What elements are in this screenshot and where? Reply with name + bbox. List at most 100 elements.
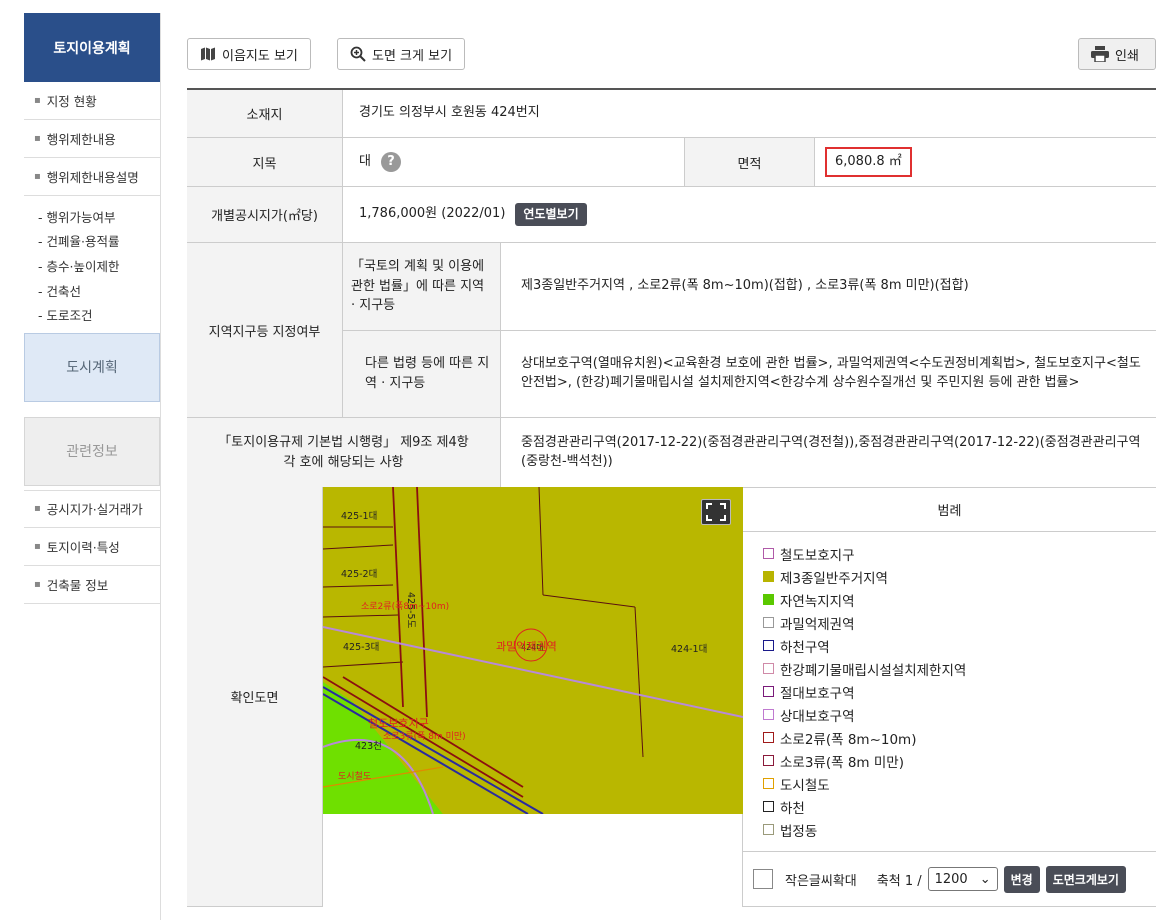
location-label: 소재지 <box>187 90 343 137</box>
sidebar-item-designation[interactable]: ▪ 지정 현황 <box>24 82 160 120</box>
sidebar-sub-item[interactable]: - 층수·높이제한 <box>38 253 160 278</box>
small-text-checkbox[interactable] <box>753 869 773 890</box>
legend-label: 하천 <box>780 800 805 817</box>
land-info-table: 소재지 경기도 의정부시 호원동 424번지 지목 대 ? 면적 6,080.8… <box>187 88 1156 488</box>
sidebar-sub-item[interactable]: - 도로조건 <box>38 302 160 327</box>
table-row: 「토지이용규제 기본법 시행령」 제9조 제4항 각 호에 해당되는 사항 중점… <box>187 418 1156 488</box>
print-button[interactable]: 인쇄 <box>1078 38 1156 70</box>
area-cell: 6,080.8 ㎡ <box>815 138 1156 186</box>
legend-item: 도시철도 <box>763 772 1136 795</box>
law2-value: 상대보호구역(열매유치원)<교육환경 보호에 관한 법률>, 과밀억제권역<수도… <box>501 330 1156 417</box>
legend-item: 절대보호구역 <box>763 680 1136 703</box>
map-icon <box>201 47 215 61</box>
parcel-label: 425-2대 <box>341 569 377 580</box>
legend-item: 하천구역 <box>763 634 1136 657</box>
table-row: 다른 법령 등에 따른 지역 · 지구등 상대보호구역(열매유치원)<교육환경 … <box>343 330 1156 417</box>
table-row: 소재지 경기도 의정부시 호원동 424번지 <box>187 90 1156 138</box>
sidebar-item-price[interactable]: ▪ 공시지가·실거래가 <box>24 489 160 528</box>
legend-swatch <box>763 617 774 629</box>
legend-swatch <box>763 755 774 767</box>
legend-item: 소로3류(폭 8m 미만) <box>763 749 1136 772</box>
law1-value: 제3종일반주거지역 , 소로2류(폭 8m~10m)(접합) , 소로3류(폭 … <box>501 243 1156 330</box>
fullscreen-icon[interactable] <box>701 499 731 525</box>
sidebar-item-building[interactable]: ▪ 건축물 정보 <box>24 566 160 604</box>
table-row: 「국토의 계획 및 이용에 관한 법률」에 따른 지역 · 지구등 제3종일반주… <box>343 243 1156 331</box>
zoom-in-icon <box>350 46 366 62</box>
map-annotation: 소로3류(폭 8m 미만) <box>383 731 466 742</box>
legend-item: 소로2류(폭 8m~10m) <box>763 726 1136 749</box>
map-section: 확인도면 425-1대 425-2대 425-3대 424-1대 425-5도 … <box>187 487 1156 907</box>
sidebar-sub-item[interactable]: - 행위가능여부 <box>38 204 160 229</box>
printer-icon <box>1091 46 1109 62</box>
sidebar-sub-item[interactable]: - 건폐율·용적률 <box>38 229 160 254</box>
sidebar-city-plan[interactable]: 도시계획 <box>24 332 160 402</box>
legend-swatch <box>763 824 774 836</box>
area-label: 면적 <box>685 138 815 186</box>
chevron-down-icon: ⌄ <box>979 871 991 887</box>
legend-swatch <box>763 801 774 813</box>
zone-label: 지역지구등 지정여부 <box>187 243 343 417</box>
table-row: 개별공시지가(㎡당) 1,786,000원 (2022/01) 연도별보기 <box>187 187 1156 243</box>
legend-item: 법정동 <box>763 818 1136 841</box>
scale-select[interactable]: 1200 ⌄ <box>927 867 998 892</box>
legend-swatch <box>763 571 774 583</box>
legend-swatch <box>763 732 774 744</box>
map-annotation: 소로2류(폭8m~10m) <box>361 601 449 612</box>
view-map-button[interactable]: 이음지도 보기 <box>187 38 311 70</box>
area-value: 6,080.8 ㎡ <box>825 146 912 178</box>
enlarge-map-button[interactable]: 도면크게보기 <box>1045 865 1126 893</box>
legend-title: 범례 <box>743 487 1156 533</box>
legend-footer: 작은글씨확대 축척 1 / 1200 ⌄ 변경 도면크게보기 <box>743 851 1156 906</box>
yearly-price-button[interactable]: 연도별보기 <box>515 202 587 227</box>
jimok-value: 대 <box>359 153 371 169</box>
small-text-label: 작은글씨확대 <box>785 873 857 889</box>
legend-list: 철도보호지구제3종일반주거지역자연녹지지역 과밀억제권역하천구역한강폐기물매립시설… <box>743 532 1156 851</box>
land-map[interactable]: 425-1대 425-2대 425-3대 424-1대 425-5도 424대 … <box>323 487 743 907</box>
map-canvas[interactable]: 425-1대 425-2대 425-3대 424-1대 425-5도 424대 … <box>323 487 743 814</box>
scale-label: 축척 1 / <box>876 873 922 889</box>
legend-swatch <box>763 640 774 652</box>
jimok-cell: 대 ? <box>343 138 685 186</box>
sidebar-item-restriction-desc[interactable]: ▪ 행위제한내용설명 <box>24 158 160 196</box>
legend-label: 제3종일반주거지역 <box>780 570 888 587</box>
legend-item: 철도보호지구 <box>763 542 1136 565</box>
legend-panel: 범례 철도보호지구제3종일반주거지역자연녹지지역 과밀억제권역하천구역한강폐기물매… <box>743 487 1156 906</box>
legend-swatch <box>763 686 774 698</box>
legend-item: 한강폐기물매립시설설치제한지역 <box>763 657 1136 680</box>
bullet-icon: ▪ <box>34 95 41 106</box>
legend-label: 법정동 <box>780 823 818 840</box>
legend-label: 하천구역 <box>780 639 830 656</box>
parcel-label: 425-1대 <box>341 511 377 522</box>
location-value: 경기도 의정부시 호원동 424번지 <box>343 90 1156 137</box>
legend-label: 한강폐기물매립시설설치제한지역 <box>780 662 967 679</box>
legend-item: 자연녹지지역 <box>763 588 1136 611</box>
legend-label: 소로3류(폭 8m 미만) <box>780 754 904 771</box>
parcel-label: 423천 <box>355 741 382 752</box>
sidebar-sub-item[interactable]: - 건축선 <box>38 278 160 303</box>
legend-label: 소로2류(폭 8m~10m) <box>780 731 917 748</box>
legend-item: 과밀억제권역 <box>763 611 1136 634</box>
jimok-label: 지목 <box>187 138 343 186</box>
map-annotation: 도시철도 <box>338 771 371 782</box>
legend-item: 상대보호구역 <box>763 703 1136 726</box>
legend-swatch <box>763 663 774 675</box>
sidebar-title[interactable]: 토지이용계획 <box>24 13 160 82</box>
legend-swatch <box>763 778 774 790</box>
zoom-map-button[interactable]: 도면 크게 보기 <box>337 38 466 70</box>
help-icon[interactable]: ? <box>380 152 401 172</box>
legend-label: 자연녹지지역 <box>780 593 855 610</box>
sidebar-item-restriction[interactable]: ▪ 행위제한내용 <box>24 120 160 158</box>
sidebar-item-history[interactable]: ▪ 토지이력·특성 <box>24 528 160 566</box>
table-row: 지목 대 ? 면적 6,080.8 ㎡ <box>187 138 1156 187</box>
law1-label: 「국토의 계획 및 이용에 관한 법률」에 따른 지역 · 지구등 <box>343 243 501 330</box>
bullet-icon: ▪ <box>34 540 41 552</box>
change-scale-button[interactable]: 변경 <box>1003 865 1040 893</box>
parcel-label: 424-1대 <box>671 644 707 655</box>
legend-label: 절대보호구역 <box>780 685 855 702</box>
parcel-label: 425-3대 <box>343 642 379 653</box>
legend-swatch <box>763 709 774 721</box>
map-label: 확인도면 <box>187 487 323 906</box>
sidebar-related-info[interactable]: 관련정보 <box>24 416 160 486</box>
sidebar-sub-list: - 행위가능여부 - 건폐율·용적률 - 층수·높이제한 - 건축선 - 도로조… <box>24 196 160 333</box>
table-row: 지역지구등 지정여부 「국토의 계획 및 이용에 관한 법률」에 따른 지역 ·… <box>187 243 1156 418</box>
